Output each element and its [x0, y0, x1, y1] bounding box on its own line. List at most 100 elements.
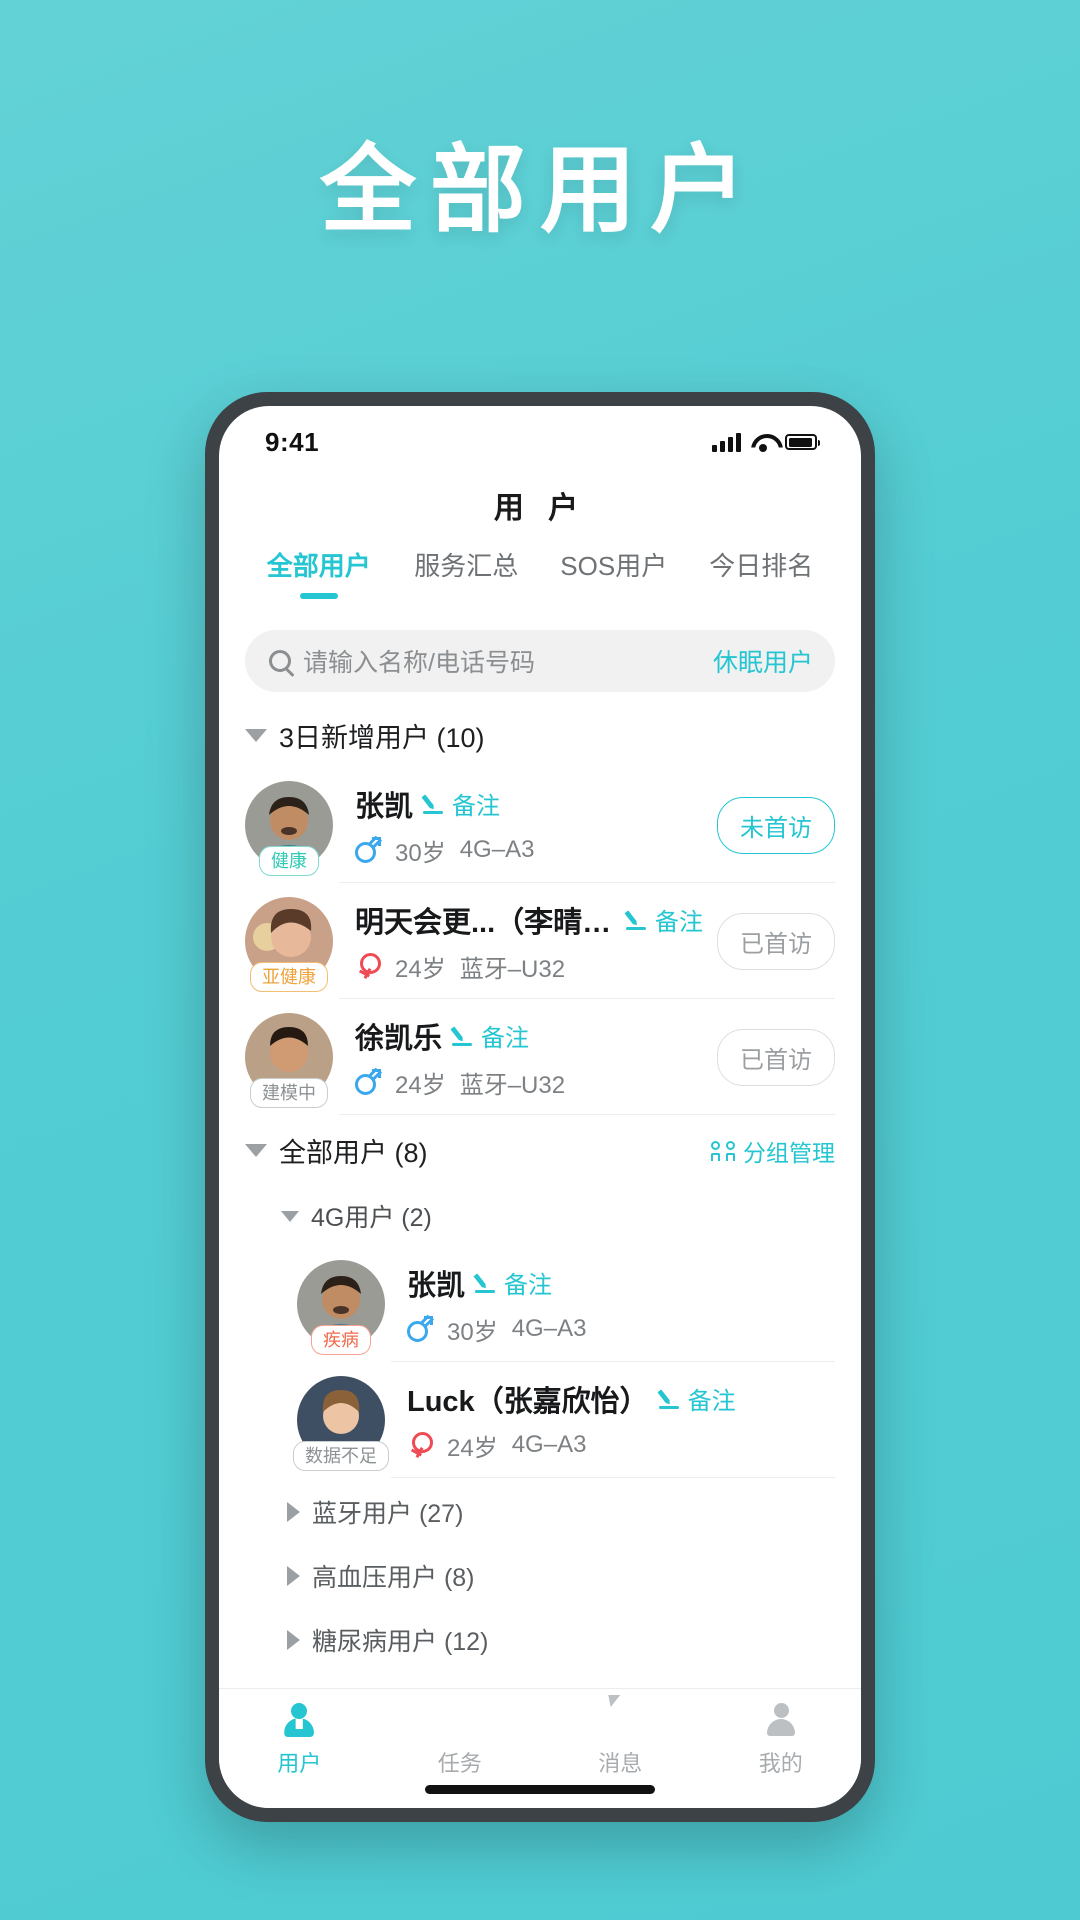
home-indicator [425, 1785, 655, 1794]
female-icon [355, 953, 381, 979]
group-label-all-users: 全部用户 (8) [279, 1138, 428, 1168]
user-device: 蓝牙–U32 [459, 1071, 566, 1099]
status-bar: 9:41 [219, 406, 861, 468]
subgroup-header-diabetes[interactable]: 糖尿病用户 (12) [219, 1606, 861, 1670]
caret-down-icon [245, 1144, 267, 1157]
battery-icon [785, 434, 820, 450]
nav-item-profile[interactable]: 我的 [701, 1701, 862, 1808]
male-icon [355, 1069, 381, 1095]
wifi-icon [751, 433, 775, 452]
group-manage-button[interactable]: 分组管理 [711, 1134, 835, 1168]
user-row[interactable]: 数据不足 Luck（张嘉欣怡） 备注 24岁 4G–A3 [219, 1362, 861, 1478]
user-age: 30岁 [395, 839, 446, 867]
poster-title: 全部用户 [320, 134, 760, 246]
pencil-icon [423, 793, 445, 815]
tab-sos-users[interactable]: SOS用户 [540, 542, 688, 583]
health-badge: 数据不足 [293, 1440, 389, 1471]
user-meta: 24岁 蓝牙–U32 [355, 949, 703, 984]
tab-today-ranking-label: 今日排名 [709, 551, 814, 581]
user-age: 30岁 [447, 1318, 498, 1346]
user-meta: 30岁 4G–A3 [355, 833, 703, 868]
search-icon [269, 650, 291, 672]
subgroup-label-diabetes: 糖尿病用户 (12) [312, 1628, 489, 1656]
tab-sos-users-label: SOS用户 [560, 551, 668, 581]
search-box[interactable]: 请输入名称/电话号码 休眠用户 [245, 630, 835, 692]
phone-screen: 9:41 用 户 全部用户 服务汇总 SOS用户 今日排名 请输入名称/电话号码… [219, 406, 861, 1808]
user-name-line: 张凯 备注 [355, 783, 703, 825]
user-row[interactable]: 疾病 张凯 备注 30岁 4G–A3 [219, 1246, 861, 1362]
user-meta: 30岁 4G–A3 [407, 1312, 835, 1347]
note-label: 备注 [481, 1025, 530, 1052]
user-list[interactable]: 3日新增用户 (10) 健康 张凯 备注 30岁 4G–A3 未首访 亚健康 明… [219, 700, 861, 1688]
avatar-wrapper: 疾病 [297, 1260, 385, 1355]
health-badge: 亚健康 [250, 961, 328, 992]
signal-bars-icon [712, 432, 741, 452]
tab-service-summary-label: 服务汇总 [414, 551, 519, 581]
note-button[interactable]: 备注 [658, 1381, 736, 1416]
tab-today-ranking[interactable]: 今日排名 [688, 542, 836, 583]
group-manage-icon [711, 1140, 735, 1161]
nav-label-tasks: 任务 [437, 1751, 482, 1776]
user-device: 蓝牙–U32 [459, 955, 566, 983]
subgroup-header-hypertension[interactable]: 高血压用户 (8) [219, 1542, 861, 1606]
dormant-users-link[interactable]: 休眠用户 [713, 643, 813, 679]
visit-status-button[interactable]: 已首访 [717, 912, 835, 970]
male-icon [355, 837, 381, 863]
user-row[interactable]: 健康 张凯 备注 30岁 4G–A3 未首访 [219, 767, 861, 883]
subgroup-label-bluetooth: 蓝牙用户 (27) [312, 1500, 464, 1528]
note-button[interactable]: 备注 [475, 1265, 552, 1300]
message-icon [601, 1701, 639, 1739]
caret-right-icon [287, 1630, 300, 1650]
row-divider [339, 1114, 835, 1115]
user-info: 徐凯乐 备注 24岁 蓝牙–U32 [355, 1015, 703, 1100]
tab-bar: 全部用户 服务汇总 SOS用户 今日排名 [219, 542, 861, 614]
search-input[interactable]: 请输入名称/电话号码 [303, 643, 701, 679]
female-icon [407, 1432, 433, 1458]
subgroup-header-bluetooth[interactable]: 蓝牙用户 (27) [219, 1478, 861, 1542]
page-title: 用 户 [493, 492, 587, 525]
user-name: 明天会更...（李晴欣） [355, 906, 616, 939]
group-label-new-3days: 3日新增用户 (10) [279, 723, 485, 753]
user-name: 张凯 [355, 790, 414, 823]
tab-all-users[interactable]: 全部用户 [245, 542, 393, 599]
group-header-new-3days[interactable]: 3日新增用户 (10) [219, 700, 861, 767]
note-label: 备注 [452, 793, 501, 820]
user-age: 24岁 [395, 955, 446, 983]
tab-service-summary[interactable]: 服务汇总 [393, 542, 541, 583]
note-label: 备注 [687, 1388, 736, 1415]
user-device: 4G–A3 [459, 836, 535, 863]
task-icon [441, 1701, 479, 1739]
note-button[interactable]: 备注 [423, 786, 500, 821]
user-meta: 24岁 蓝牙–U32 [355, 1065, 703, 1100]
navigation-bar: 用 户 [219, 468, 861, 542]
group-manage-label: 分组管理 [743, 1139, 835, 1166]
avatar-wrapper: 健康 [245, 781, 333, 876]
avatar-wrapper: 亚健康 [245, 897, 333, 992]
note-button[interactable]: 备注 [626, 902, 703, 937]
avatar-wrapper: 建模中 [245, 1013, 333, 1108]
user-row[interactable]: 建模中 徐凯乐 备注 24岁 蓝牙–U32 已首访 [219, 999, 861, 1115]
caret-down-icon [281, 1210, 299, 1222]
visit-status-button[interactable]: 未首访 [717, 796, 835, 854]
subgroup-header-4g[interactable]: 4G用户 (2) [219, 1182, 861, 1246]
male-icon [407, 1316, 433, 1342]
user-device: 4G–A3 [511, 1431, 587, 1458]
group-header-vip[interactable]: VIP用户 (8) VIP管理 [219, 1670, 861, 1688]
search-row: 请输入名称/电话号码 休眠用户 [219, 614, 861, 700]
user-info: 张凯 备注 30岁 4G–A3 [407, 1262, 835, 1347]
tab-all-users-label: 全部用户 [266, 551, 371, 581]
user-name-line: 明天会更...（李晴欣） 备注 [355, 899, 703, 941]
nav-item-users[interactable]: 用户 [219, 1701, 380, 1808]
pencil-icon [626, 909, 648, 931]
user-name: 张凯 [407, 1269, 466, 1302]
group-header-all-users[interactable]: 全部用户 (8) 分组管理 [219, 1115, 861, 1182]
caret-right-icon [287, 1502, 300, 1522]
user-row[interactable]: 亚健康 明天会更...（李晴欣） 备注 24岁 蓝牙–U32 已首访 [219, 883, 861, 999]
status-indicators [712, 432, 820, 452]
phone-frame: 9:41 用 户 全部用户 服务汇总 SOS用户 今日排名 请输入名称/电话号码… [205, 392, 875, 1822]
user-info: Luck（张嘉欣怡） 备注 24岁 4G–A3 [407, 1378, 835, 1463]
note-button[interactable]: 备注 [452, 1018, 529, 1053]
caret-down-icon [245, 729, 267, 742]
visit-status-button[interactable]: 已首访 [717, 1028, 835, 1086]
tab-active-indicator [299, 593, 338, 599]
